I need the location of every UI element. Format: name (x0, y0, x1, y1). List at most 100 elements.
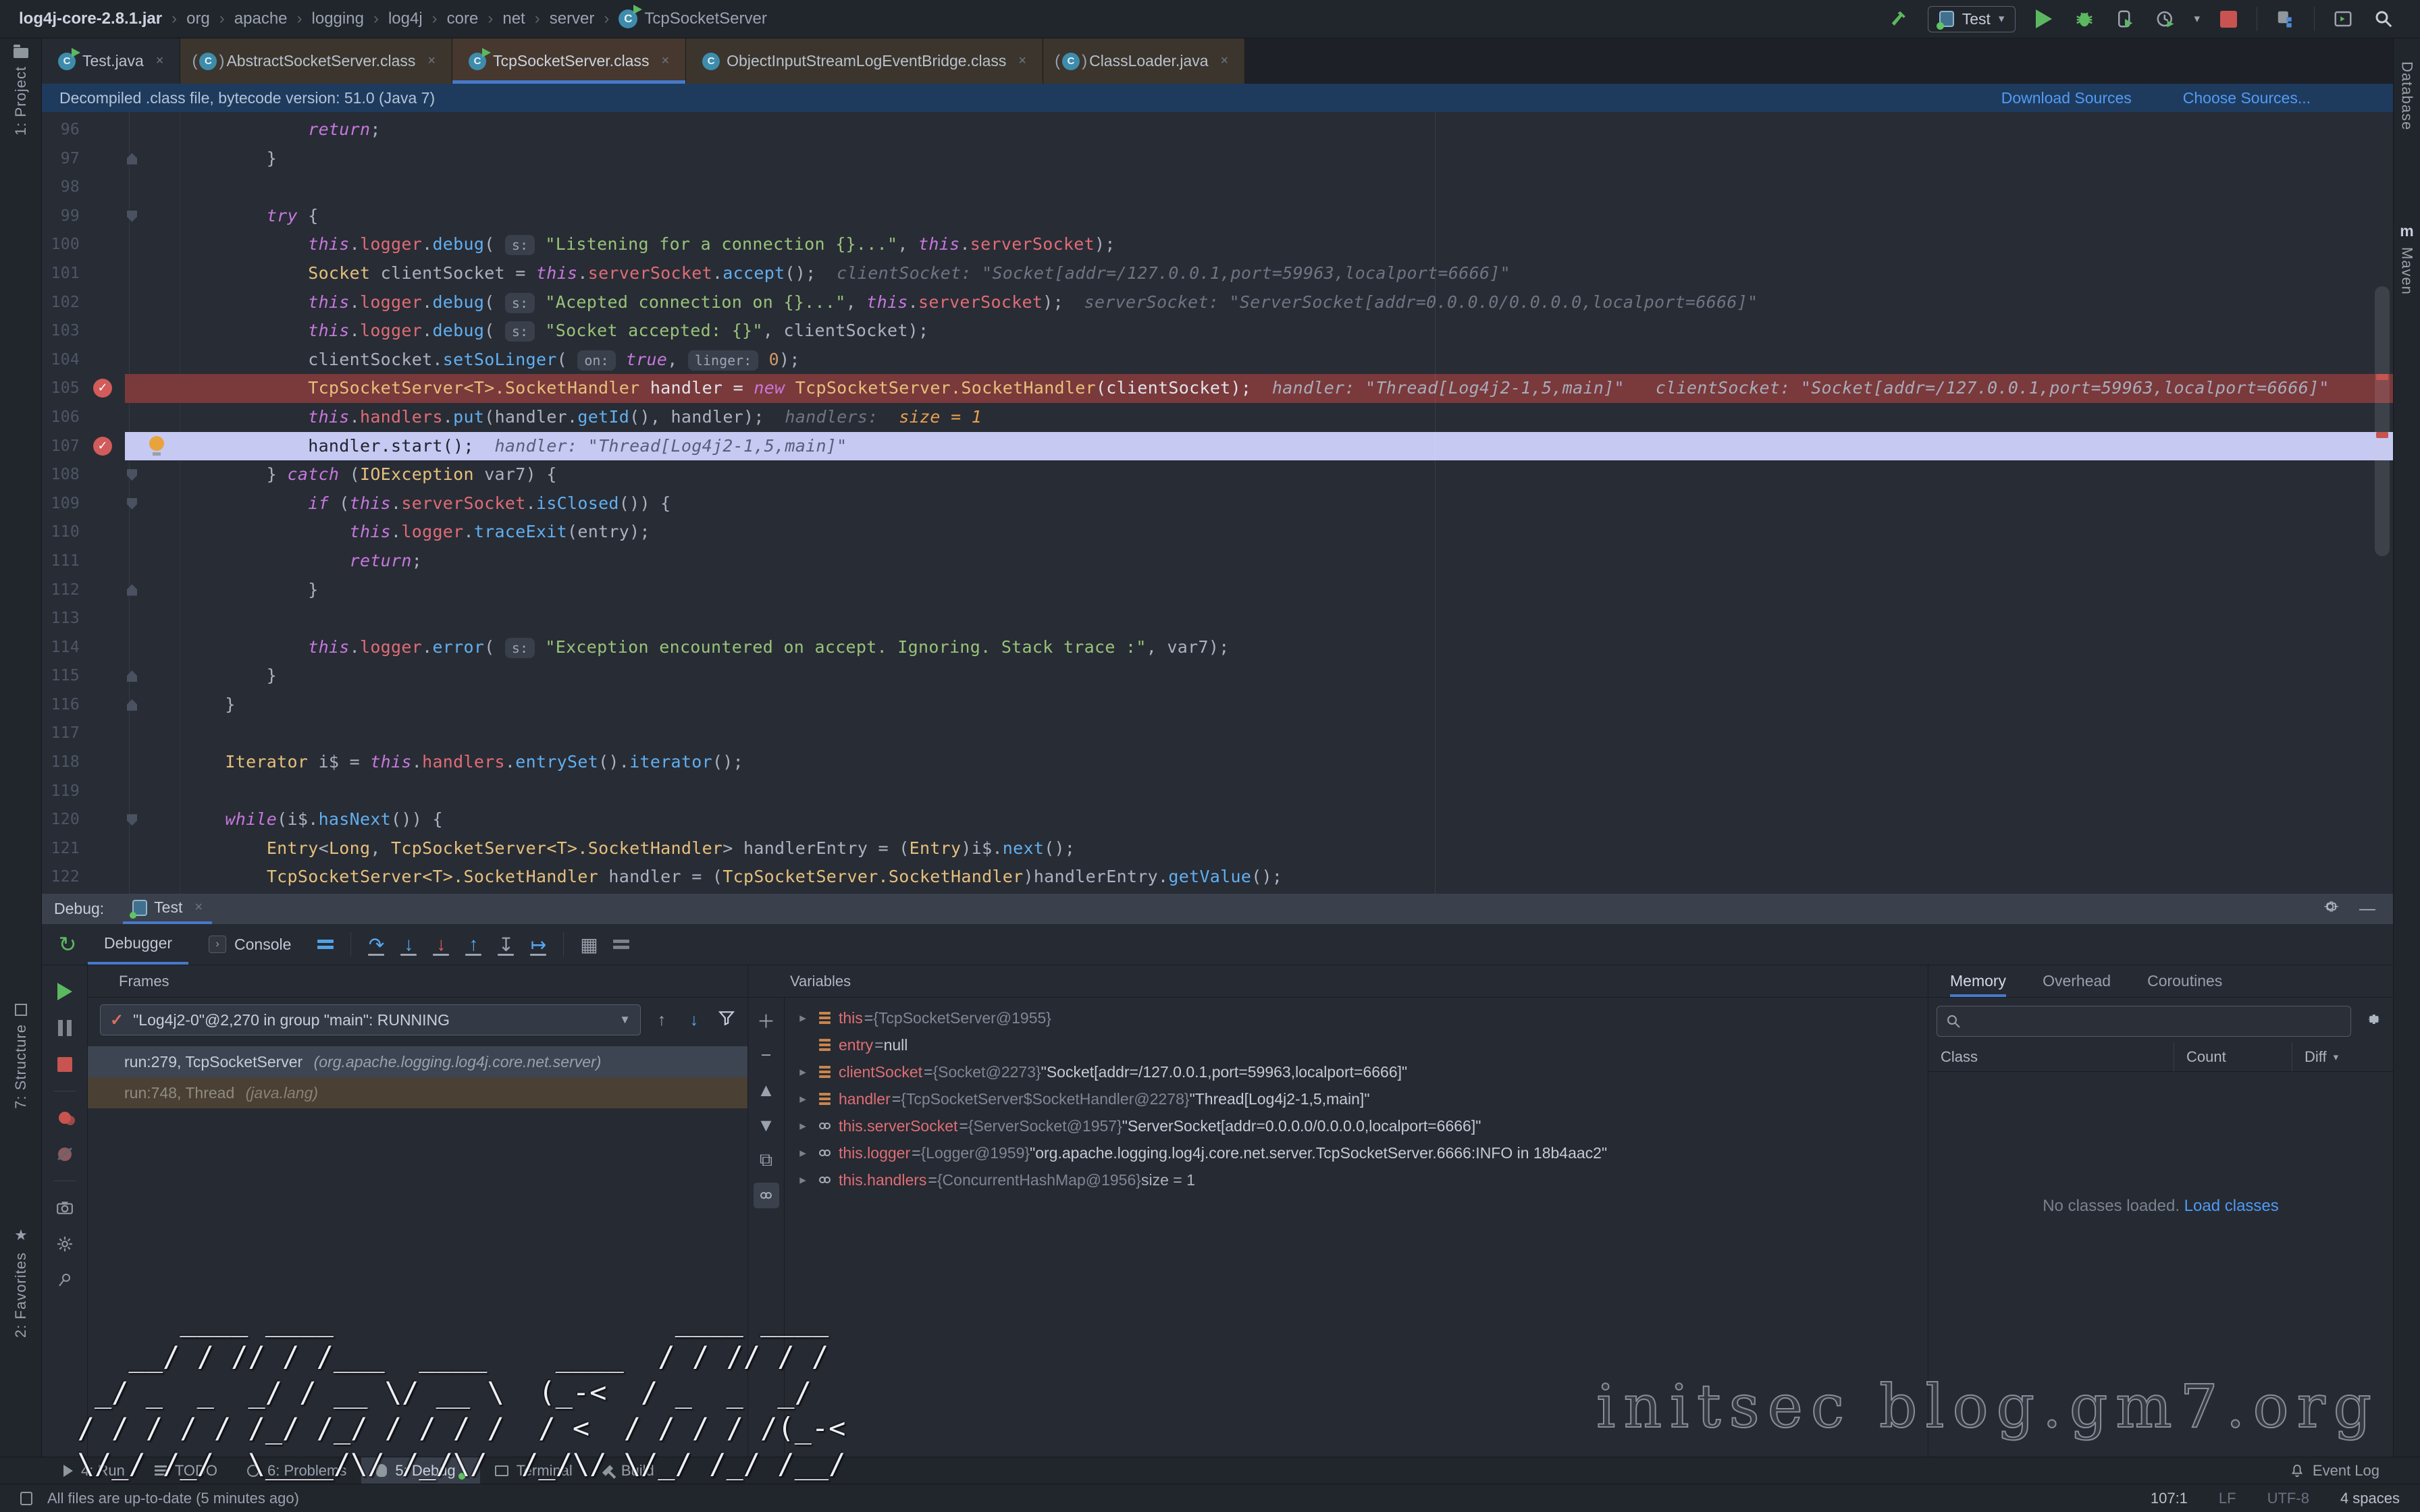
force-step-into-icon[interactable]: ↓ (427, 930, 455, 959)
expand-chevron-icon[interactable]: ▸ (793, 1172, 813, 1188)
close-icon[interactable]: × (1018, 53, 1026, 69)
close-icon[interactable]: × (156, 53, 164, 69)
code-line[interactable]: 96 return; (42, 115, 2393, 144)
toolwindow-button-build[interactable]: Build (587, 1457, 669, 1484)
sidebar-item-favorites[interactable]: ★ 2: Favorites (0, 1226, 42, 1338)
stack-frame-row[interactable]: run:279, TcpSocketServer (org.apache.log… (88, 1046, 747, 1077)
breadcrumb-item[interactable]: org (186, 9, 210, 28)
tab-overhead[interactable]: Overhead (2043, 965, 2111, 997)
step-out-icon[interactable]: ↑ (459, 930, 488, 959)
code-line[interactable]: 114 this.logger.error( s: "Exception enc… (42, 633, 2393, 662)
expand-chevron-icon[interactable]: ▸ (793, 1145, 813, 1161)
editor-tab[interactable]: (C)AbstractSocketServer.class× (180, 38, 452, 84)
memory-settings-gear-icon[interactable] (2363, 1010, 2382, 1033)
code-line[interactable]: 110 this.logger.traceExit(entry); (42, 518, 2393, 547)
stack-frame-row[interactable]: run:748, Thread (java.lang) (88, 1077, 747, 1108)
prev-frame-icon[interactable]: ↑ (650, 1010, 673, 1030)
toolwindow-switcher-icon[interactable] (20, 1492, 32, 1505)
debug-settings-gear-icon[interactable] (55, 1234, 75, 1254)
code-line[interactable]: 108 } catch (IOException var7) { (42, 460, 2393, 489)
resume-icon[interactable] (55, 981, 75, 1002)
variable-row[interactable]: ▸this.handlers = {ConcurrentHashMap@1956… (785, 1166, 1928, 1193)
choose-sources-link[interactable]: Choose Sources... (2183, 89, 2311, 107)
fold-marker-icon[interactable] (127, 498, 137, 510)
editor-tab[interactable]: CTcpSocketServer.class× (452, 38, 686, 84)
run-anything-icon[interactable] (2331, 7, 2355, 31)
code-line[interactable]: 118 Iterator i$ = this.handlers.entrySet… (42, 748, 2393, 777)
code-line[interactable]: 103 this.logger.debug( s: "Socket accept… (42, 317, 2393, 346)
code-line[interactable]: 104 clientSocket.setSoLinger( on: true, … (42, 346, 2393, 375)
profiler-button[interactable] (2153, 7, 2178, 31)
error-stripe-mark[interactable] (2376, 432, 2388, 438)
code-line[interactable]: 109 if (this.serverSocket.isClosed()) { (42, 489, 2393, 518)
code-editor[interactable]: 96 return;97 }9899 try {100 this.logger.… (42, 112, 2393, 894)
stop-button[interactable] (2216, 7, 2240, 31)
load-classes-link[interactable]: Load classes (2184, 1197, 2279, 1215)
close-icon[interactable]: × (661, 53, 669, 69)
editor-tab[interactable]: CTest.java× (42, 38, 180, 84)
close-icon[interactable]: × (427, 53, 436, 69)
breakpoint-icon[interactable]: ✓ (93, 379, 112, 398)
remove-watch-icon[interactable]: − (754, 1042, 779, 1068)
run-to-cursor-icon[interactable]: ↦ (524, 930, 552, 959)
code-line[interactable]: 101 Socket clientSocket = this.serverSoc… (42, 259, 2393, 288)
layout-settings-icon[interactable] (607, 930, 635, 959)
breadcrumb-item[interactable]: CTcpSocketServer (619, 9, 766, 28)
breadcrumb-item[interactable]: logging (312, 9, 364, 28)
sidebar-item-maven[interactable]: m Maven (2398, 222, 2416, 295)
move-down-icon[interactable]: ▼ (754, 1112, 779, 1138)
column-header-diff[interactable]: Diff▾ (2292, 1042, 2393, 1071)
variable-row[interactable]: ▸clientSocket = {Socket@2273} "Socket[ad… (785, 1058, 1928, 1085)
close-icon[interactable]: × (1221, 53, 1229, 69)
next-frame-icon[interactable]: ↓ (683, 1010, 706, 1030)
editor-scrollbar[interactable] (2375, 286, 2390, 556)
add-watch-icon[interactable]: ＋ (754, 1007, 779, 1033)
close-icon[interactable]: × (194, 900, 203, 915)
status-item[interactable]: 4 spaces (2340, 1490, 2400, 1507)
run-button[interactable] (2032, 7, 2056, 31)
settings-gear-icon[interactable] (2321, 898, 2339, 920)
fold-marker-icon[interactable] (127, 670, 137, 682)
expand-chevron-icon[interactable]: ▸ (793, 1064, 813, 1080)
editor-tab[interactable]: CObjectInputStreamLogEventBridge.class× (686, 38, 1043, 84)
sidebar-item-structure[interactable]: 7: Structure (0, 1004, 42, 1109)
move-up-icon[interactable]: ▲ (754, 1077, 779, 1103)
breadcrumb-item[interactable]: apache (234, 9, 288, 28)
code-line[interactable]: 122 TcpSocketServer<T>.SocketHandler han… (42, 863, 2393, 892)
breadcrumb-item[interactable]: log4j (388, 9, 423, 28)
debug-button[interactable] (2072, 7, 2097, 31)
expand-chevron-icon[interactable]: ▸ (793, 1010, 813, 1026)
tab-debugger[interactable]: Debugger (88, 924, 188, 965)
sidebar-item-project[interactable]: 1: Project (0, 48, 42, 136)
fold-marker-icon[interactable] (127, 153, 137, 165)
tab-memory[interactable]: Memory (1950, 965, 2006, 997)
code-line[interactable]: 99 try { (42, 202, 2393, 231)
toolwindow-button-problems[interactable]: 6: Problems (232, 1457, 361, 1484)
download-sources-link[interactable]: Download Sources (2001, 89, 2132, 107)
intention-bulb-icon[interactable] (149, 436, 164, 451)
restore-layout-icon[interactable] (311, 930, 340, 959)
breadcrumb-item[interactable]: core (447, 9, 479, 28)
coverage-button[interactable] (2113, 7, 2137, 31)
code-line[interactable]: 97 } (42, 144, 2393, 173)
stop-icon[interactable] (55, 1054, 75, 1075)
pin-icon[interactable] (55, 1270, 75, 1291)
variable-row[interactable]: entry = null (785, 1031, 1928, 1058)
code-line[interactable]: 106 this.handlers.put(handler.getId(), h… (42, 403, 2393, 432)
step-into-icon[interactable]: ↓ (394, 930, 423, 959)
breakpoint-icon[interactable]: ✓ (93, 437, 112, 456)
fold-marker-icon[interactable] (127, 469, 137, 481)
sidebar-item-database[interactable]: Database (2398, 61, 2416, 130)
toolwindow-button-terminal[interactable]: Terminal (480, 1457, 587, 1484)
code-line[interactable]: 116 } (42, 691, 2393, 720)
fold-marker-icon[interactable] (127, 814, 137, 826)
run-config-selector[interactable]: Test ▾ (1928, 6, 2016, 32)
project-structure-icon[interactable] (2273, 7, 2298, 31)
evaluate-expression-icon[interactable]: ▦ (575, 930, 603, 959)
variable-row[interactable]: ▸handler = {TcpSocketServer$SocketHandle… (785, 1085, 1928, 1112)
variable-row[interactable]: ▸this = {TcpSocketServer@1955} (785, 1004, 1928, 1031)
code-line[interactable]: 117 (42, 719, 2393, 748)
error-stripe-mark[interactable] (2376, 374, 2388, 380)
event-log-button[interactable]: Event Log (2290, 1462, 2379, 1480)
search-icon[interactable] (2371, 7, 2396, 31)
